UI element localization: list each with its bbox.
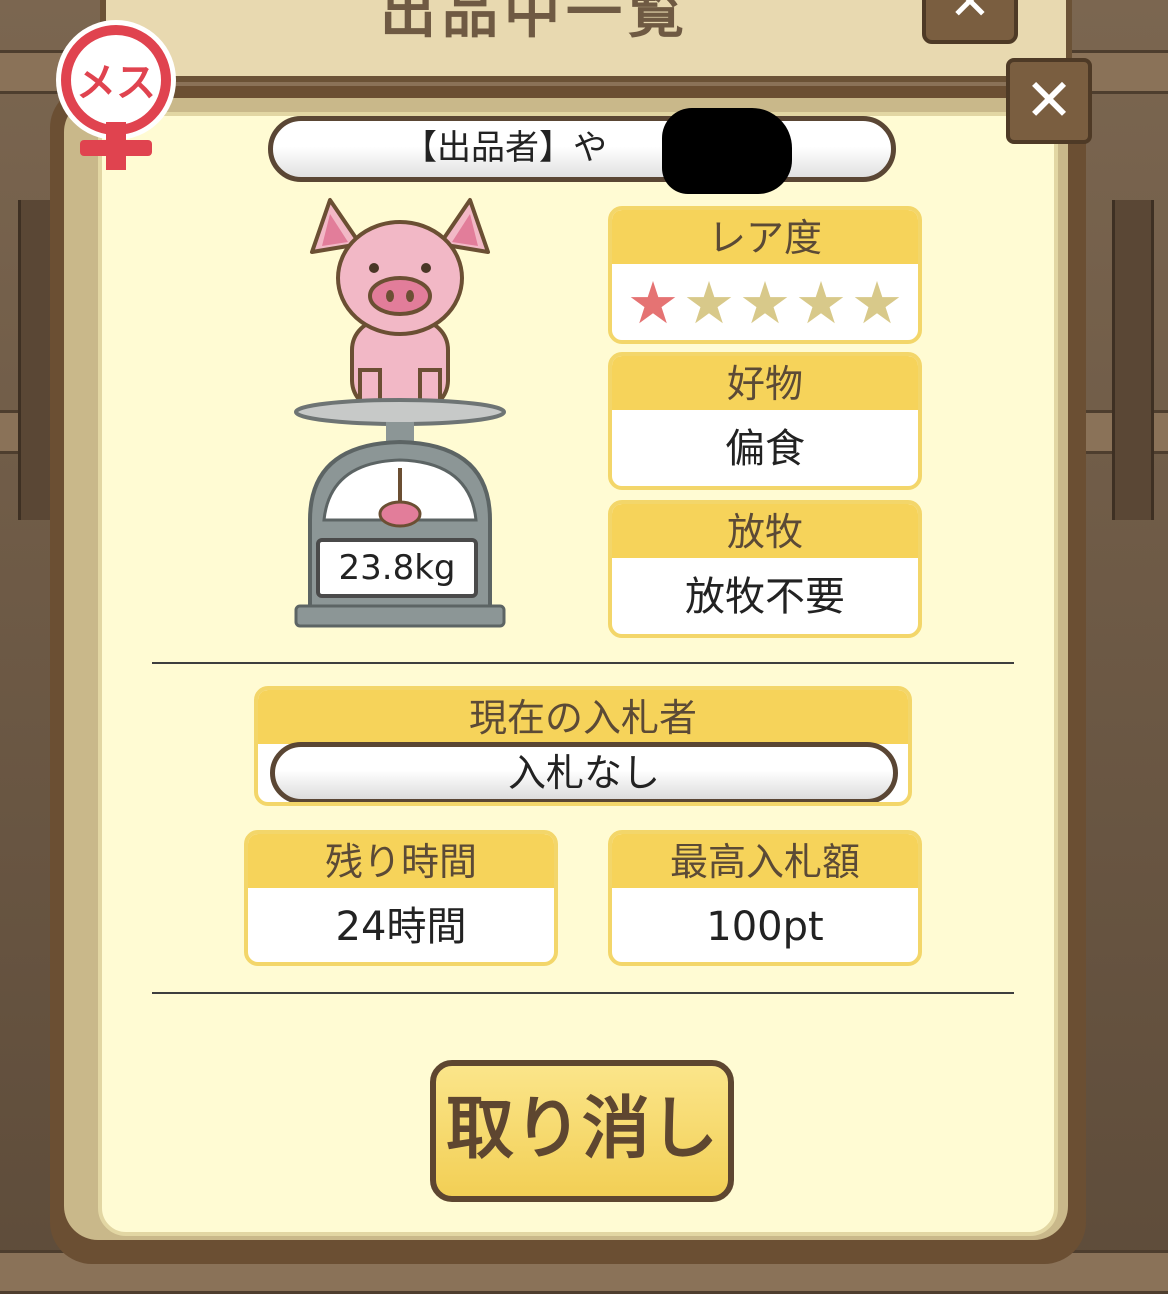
remaining-time-box: 残り時間 24時間 bbox=[244, 830, 558, 966]
highest-bid-title: 最高入札額 bbox=[612, 834, 918, 888]
grazing-title: 放牧 bbox=[612, 504, 918, 558]
star-empty-icon: ★ bbox=[795, 269, 847, 337]
favorite-food-value: 偏食 bbox=[725, 426, 805, 472]
star-empty-icon: ★ bbox=[739, 269, 791, 337]
star-empty-icon: ★ bbox=[683, 269, 735, 337]
grazing-value: 放牧不要 bbox=[685, 574, 845, 620]
highest-bid-box: 最高入札額 100pt bbox=[608, 830, 922, 966]
star-empty-icon: ★ bbox=[851, 269, 903, 337]
favorite-food-box: 好物 偏食 bbox=[608, 352, 922, 490]
current-bidder-title: 現在の入札者 bbox=[258, 690, 908, 744]
current-bidder-box: 現在の入札者 入札なし bbox=[254, 686, 912, 806]
female-gender-icon: メス bbox=[56, 20, 176, 170]
rarity-box: レア度 ★ ★ ★ ★ ★ bbox=[608, 206, 922, 344]
favorite-food-title: 好物 bbox=[612, 356, 918, 410]
star-filled-icon: ★ bbox=[627, 269, 679, 337]
rarity-title: レア度 bbox=[612, 210, 918, 264]
remaining-time-value: 24時間 bbox=[335, 904, 467, 950]
weight-display: 23.8kg bbox=[316, 538, 478, 598]
remaining-time-title: 残り時間 bbox=[248, 834, 554, 888]
divider bbox=[152, 662, 1014, 664]
gender-label: メス bbox=[76, 60, 156, 106]
back-close-icon[interactable]: ✕ bbox=[922, 0, 1018, 44]
back-panel-title: 出品中一覧 bbox=[380, 0, 690, 46]
close-button[interactable]: ✕ bbox=[1006, 58, 1092, 144]
divider bbox=[152, 992, 1014, 994]
current-bidder-value: 入札なし bbox=[270, 742, 898, 802]
grazing-box: 放牧 放牧不要 bbox=[608, 500, 922, 638]
cancel-button[interactable]: 取り消し bbox=[430, 1060, 734, 1202]
seller-field: 【出品者】や bbox=[268, 116, 896, 182]
redacted-name bbox=[662, 108, 792, 194]
background-post bbox=[1112, 200, 1154, 520]
highest-bid-value: 100pt bbox=[706, 904, 824, 950]
rarity-stars: ★ ★ ★ ★ ★ bbox=[612, 264, 918, 336]
